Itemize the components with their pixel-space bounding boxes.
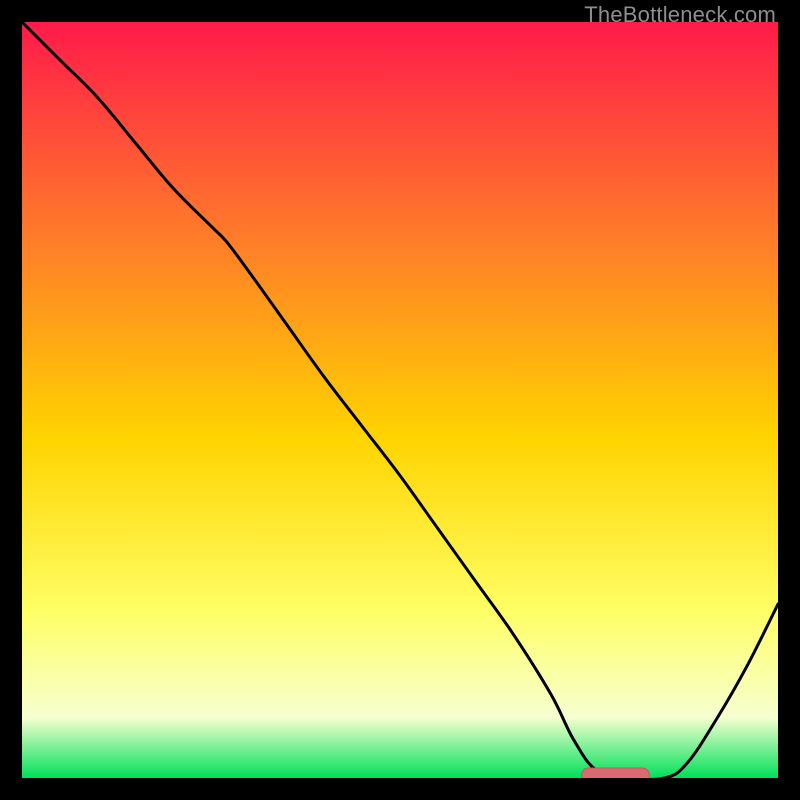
chart-frame [22, 22, 778, 778]
chart-background [22, 22, 778, 778]
chart-svg [22, 22, 778, 778]
optimal-marker [581, 768, 649, 778]
